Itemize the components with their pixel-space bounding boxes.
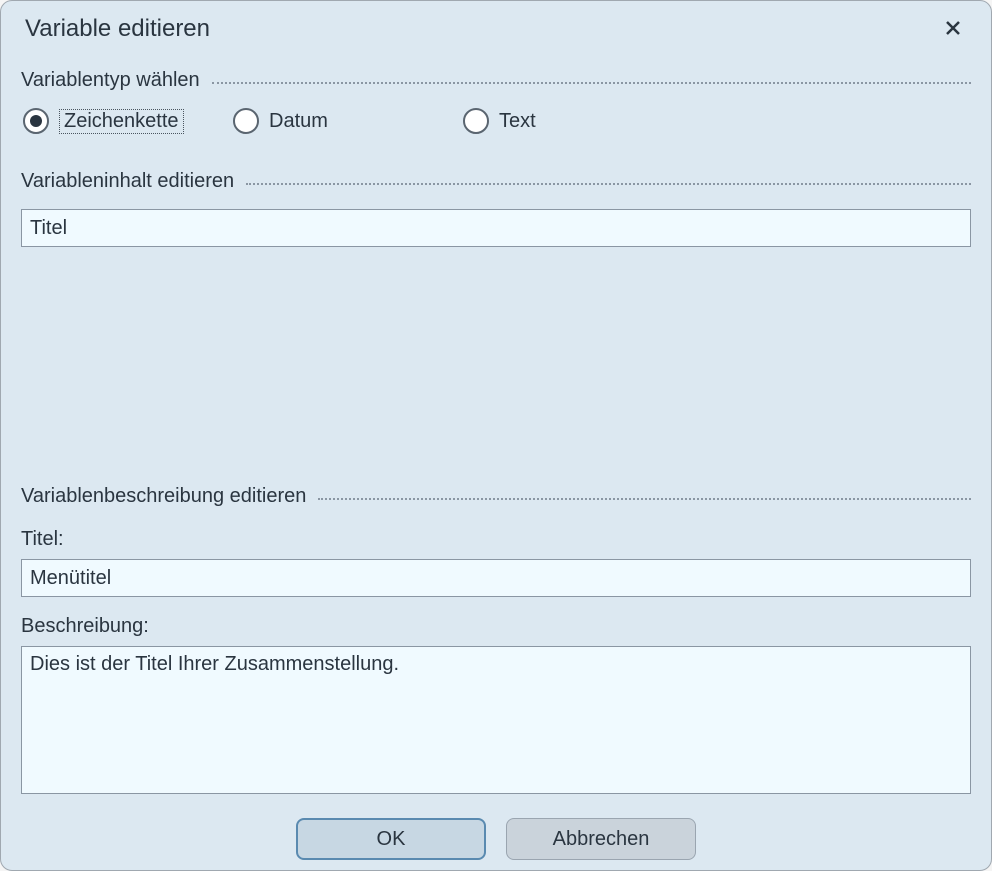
section-header-type: Variablentyp wählen <box>21 69 971 92</box>
dialog-header: Variable editieren <box>1 1 991 51</box>
divider <box>212 82 971 84</box>
dialog-body: Variablentyp wählen Zeichenkette Datum T… <box>1 51 991 794</box>
divider <box>318 498 971 500</box>
variable-edit-dialog: Variable editieren Variablentyp wählen Z… <box>0 0 992 871</box>
variable-type-radio-group: Zeichenkette Datum Text <box>21 108 971 134</box>
dialog-footer: OK Abbrechen <box>1 794 991 871</box>
content-spacer <box>21 247 971 477</box>
section-title-content: Variableninhalt editieren <box>21 170 246 193</box>
close-button[interactable] <box>939 15 967 43</box>
radio-icon <box>463 108 489 134</box>
variable-content-input[interactable] <box>21 209 971 247</box>
section-header-content: Variableninhalt editieren <box>21 170 971 193</box>
section-title-description: Variablenbeschreibung editieren <box>21 485 318 508</box>
radio-icon <box>233 108 259 134</box>
radio-icon <box>23 108 49 134</box>
divider <box>246 183 971 185</box>
title-input[interactable] <box>21 559 971 597</box>
section-header-description: Variablenbeschreibung editieren <box>21 485 971 508</box>
radio-label-text: Text <box>499 110 536 133</box>
radio-option-text[interactable]: Text <box>463 108 663 134</box>
dialog-title: Variable editieren <box>25 15 210 43</box>
cancel-button[interactable]: Abbrechen <box>506 818 696 860</box>
radio-label-string: Zeichenkette <box>59 109 184 134</box>
ok-button[interactable]: OK <box>296 818 486 860</box>
radio-option-string[interactable]: Zeichenkette <box>23 108 233 134</box>
section-title-type: Variablentyp wählen <box>21 69 212 92</box>
radio-label-date: Datum <box>269 110 328 133</box>
close-icon <box>945 16 961 42</box>
description-textarea[interactable] <box>21 646 971 794</box>
title-field-label: Titel: <box>21 528 971 551</box>
radio-option-date[interactable]: Datum <box>233 108 463 134</box>
description-field-label: Beschreibung: <box>21 615 971 638</box>
